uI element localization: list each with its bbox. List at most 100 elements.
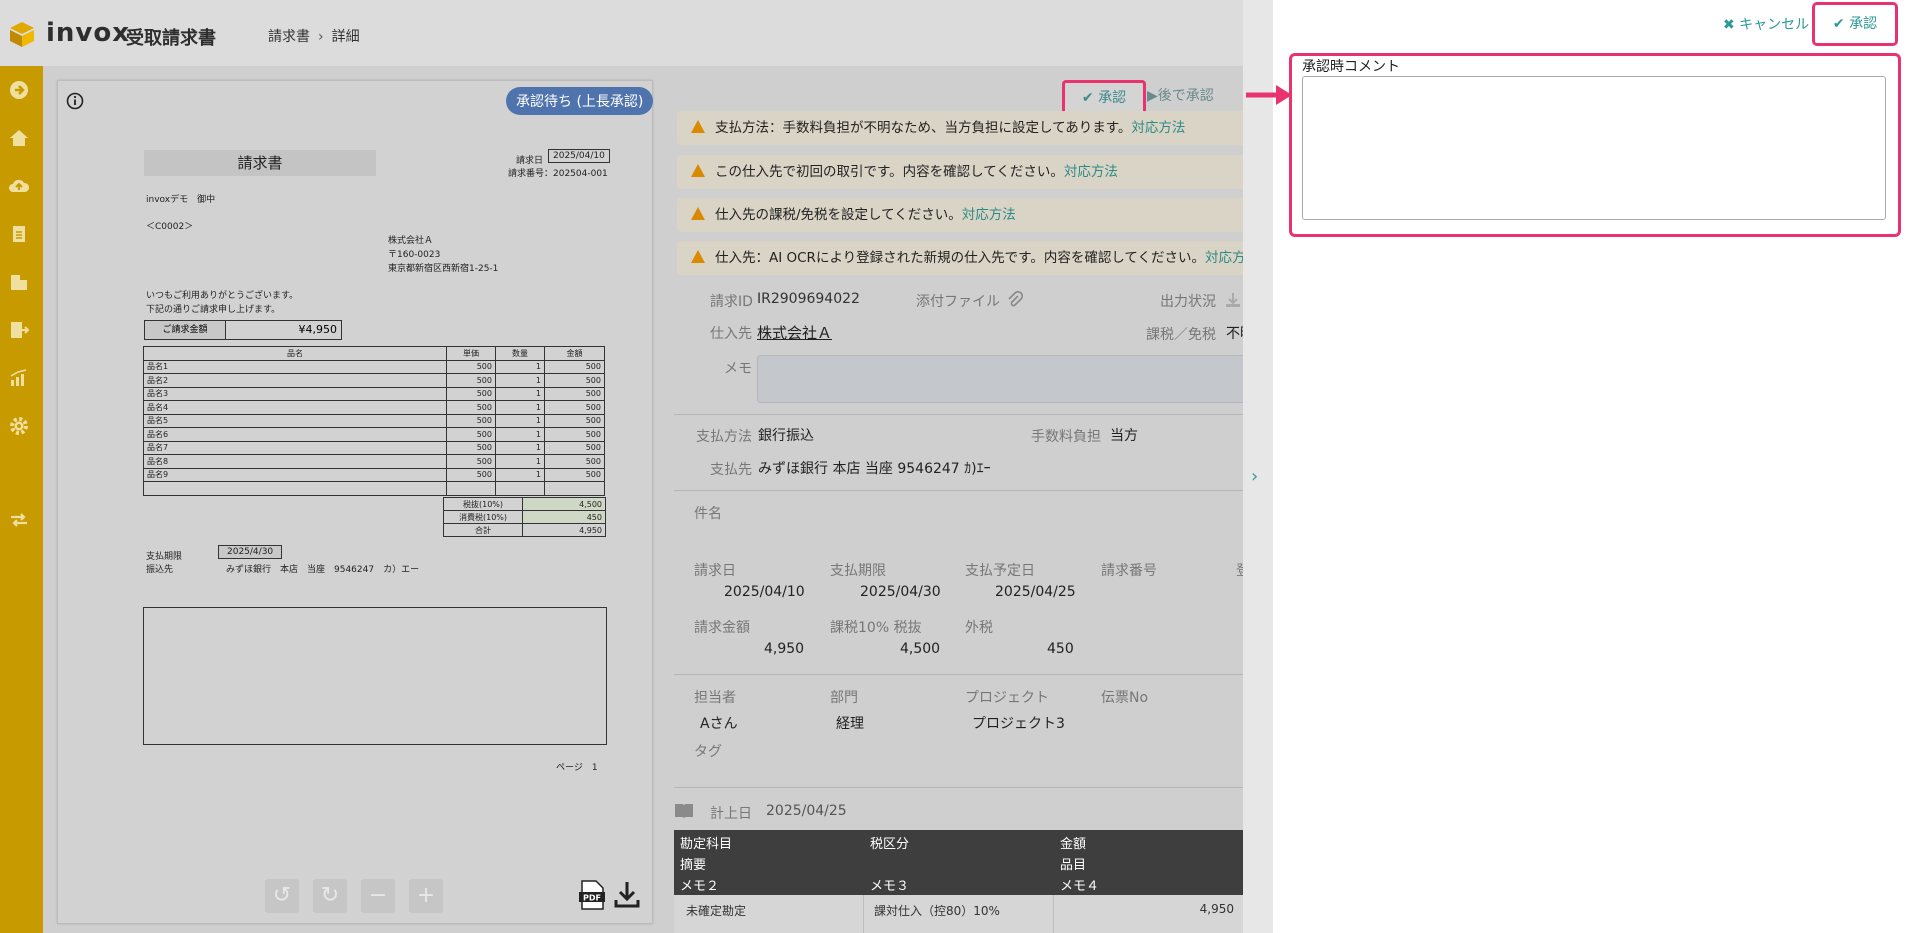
cancel-button[interactable]: ✖ キャンセル (1723, 14, 1809, 34)
zoom-in-button[interactable]: + (409, 879, 443, 913)
warning-link[interactable]: 対応方 (1205, 250, 1246, 266)
tag-label: タグ (694, 744, 722, 760)
amount-value: ¥4,950 (298, 323, 338, 336)
tax-status-label: 課税／免税 (1146, 327, 1216, 343)
bank-label: 振込先 (146, 565, 174, 575)
accounts-table-row[interactable]: 未確定勘定 課対仕入（控80）10% 4,950 (674, 895, 1244, 933)
warning-link[interactable]: 対応方法 (1131, 120, 1185, 136)
warning-first-transaction: この仕入先で初回の取引です。内容を確認してください。対応方法 (677, 155, 1257, 189)
amount-box: ご請求金額 ¥4,950 (144, 320, 342, 340)
cell-qty: 1 (495, 440, 545, 455)
warning-icon (691, 163, 705, 177)
cell-price: 500 (446, 386, 496, 401)
slip-number-label: 伝票No (1101, 690, 1149, 706)
cell-name: 品名6 (143, 427, 447, 442)
invoice-date-label: 請求日 (694, 563, 736, 579)
document-icon[interactable] (8, 223, 30, 245)
output-download-icon[interactable] (1224, 291, 1242, 309)
outer-tax-value: 450 (1047, 641, 1074, 657)
building-icon[interactable] (8, 271, 30, 293)
chart-icon[interactable] (8, 367, 30, 389)
payee-value: みずほ銀行 本店 当座 9546247 ｶ)ｴｰ (758, 461, 991, 477)
cell-name: 品名8 (143, 454, 447, 469)
accounts-table-header: 勘定科目 税区分 金額 摘要 品目 メモ２ メモ３ メモ４ (674, 830, 1244, 895)
info-icon[interactable] (66, 92, 84, 110)
gear-icon[interactable] (8, 415, 30, 437)
cell-amount: 500 (544, 373, 605, 388)
fee-label: 手数料負担 (1031, 429, 1101, 445)
warning-icon (691, 206, 705, 220)
arrow-right-icon (1246, 85, 1292, 105)
amount-label: ご請求金額 (145, 321, 226, 339)
export-icon[interactable] (8, 319, 30, 341)
download-icon[interactable] (614, 880, 640, 908)
subject-label: 件名 (694, 506, 722, 522)
greeting-line1: いつもご利用ありがとうございます。 (146, 291, 299, 301)
chevron-right-icon[interactable]: › (1251, 466, 1258, 487)
warning-icon (691, 249, 705, 263)
department-label: 部門 (830, 690, 858, 706)
cell-amount: 500 (544, 413, 605, 428)
issuer-company: 株式会社Ａ (388, 236, 434, 246)
approve-confirm-button[interactable]: ✔ 承認 (1812, 2, 1898, 46)
table-row: 品名2 500 1 500 (143, 373, 605, 388)
vendor-link[interactable]: 株式会社Ａ (757, 322, 832, 343)
warning-text: 仕入先：AI OCRにより登録された新規の仕入先です。内容を確認してください。 (715, 250, 1206, 266)
vendor-label: 仕入先 (710, 326, 752, 342)
home-icon[interactable] (8, 127, 30, 149)
cell-qty: 1 (495, 386, 545, 401)
cloud-upload-icon[interactable] (8, 175, 30, 197)
warning-link[interactable]: 対応方法 (1064, 164, 1118, 180)
table-row: 品名7 500 1 500 (143, 440, 605, 455)
table-row: 品名6 500 1 500 (143, 427, 605, 442)
warning-text: 仕入先の課税/免税を設定してください。 (715, 207, 962, 223)
customer-code: ＜C0002＞ (146, 222, 194, 232)
cell-amount: 500 (544, 440, 605, 455)
chevron-right-icon: › (318, 29, 324, 45)
cell-price: 500 (446, 467, 496, 482)
approve-later-button[interactable]: ▶後で承認 (1147, 85, 1214, 105)
document-memo-box (143, 607, 607, 745)
table-row: 品名3 500 1 500 (143, 386, 605, 401)
person-value: Aさん (700, 716, 738, 732)
invoice-id-label: 請求ID (710, 294, 753, 310)
totals-label: 消費税(10%) (443, 510, 523, 524)
invoice-number-label: 請求番号 (1101, 563, 1157, 579)
cell-price: 500 (446, 400, 496, 415)
approval-comment-input[interactable] (1302, 76, 1886, 220)
cell-amount: 500 (544, 454, 605, 469)
col-amount: 金額 (544, 346, 605, 361)
cell-divider (1053, 895, 1054, 933)
warning-tax-status: 仕入先の課税/免税を設定してください。対応方法 (677, 198, 1257, 232)
issue-date-value: 2025/04/10 (548, 149, 610, 163)
rotate-left-button[interactable]: ↺ (265, 879, 299, 913)
logo-subtitle: 受取請求書 (126, 28, 216, 49)
divider (674, 490, 1244, 491)
project-value: プロジェクト3 (972, 716, 1065, 732)
cell-price: 500 (446, 454, 496, 469)
totals-row: 消費税(10%) 450 (443, 510, 606, 524)
cell-price: 500 (446, 413, 496, 428)
memo-field[interactable] (757, 355, 1249, 403)
breadcrumb-invoices[interactable]: 請求書 (268, 29, 310, 45)
rotate-right-button[interactable]: ↻ (313, 879, 347, 913)
pdf-icon[interactable]: PDF (578, 880, 606, 910)
planned-date-value: 2025/04/25 (995, 584, 1076, 600)
logo-box-icon (10, 22, 34, 47)
acct-row-tax: 課対仕入（控80）10% (874, 904, 1000, 918)
sidebar (0, 66, 43, 933)
paperclip-icon[interactable] (1006, 291, 1024, 309)
attachment-label[interactable]: 添付ファイル (916, 291, 1000, 311)
cell-amount: 500 (544, 386, 605, 401)
invoice-amount-label: 請求金額 (694, 620, 750, 636)
transfer-icon[interactable] (8, 509, 30, 531)
comment-label: 承認時コメント (1302, 59, 1400, 75)
cell-amount: 500 (544, 359, 605, 374)
zoom-out-button[interactable]: − (361, 879, 395, 913)
warning-text: この仕入先で初回の取引です。内容を確認してください。 (715, 164, 1064, 180)
totals-value: 450 (522, 510, 606, 524)
cell-empty (544, 481, 605, 496)
invoice-id-value: IR2909694022 (757, 291, 860, 307)
login-icon[interactable] (8, 79, 30, 101)
warning-link[interactable]: 対応方法 (962, 207, 1016, 223)
